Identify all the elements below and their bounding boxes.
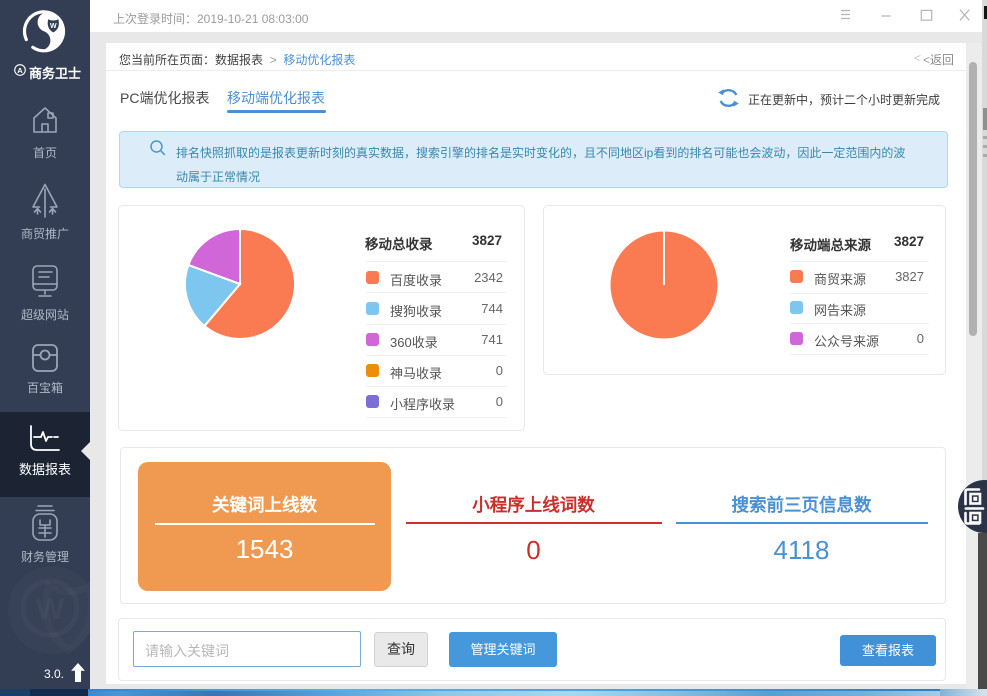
svg-text:W: W (50, 23, 57, 30)
svg-text:W: W (36, 593, 65, 626)
svg-text:A: A (17, 66, 23, 75)
